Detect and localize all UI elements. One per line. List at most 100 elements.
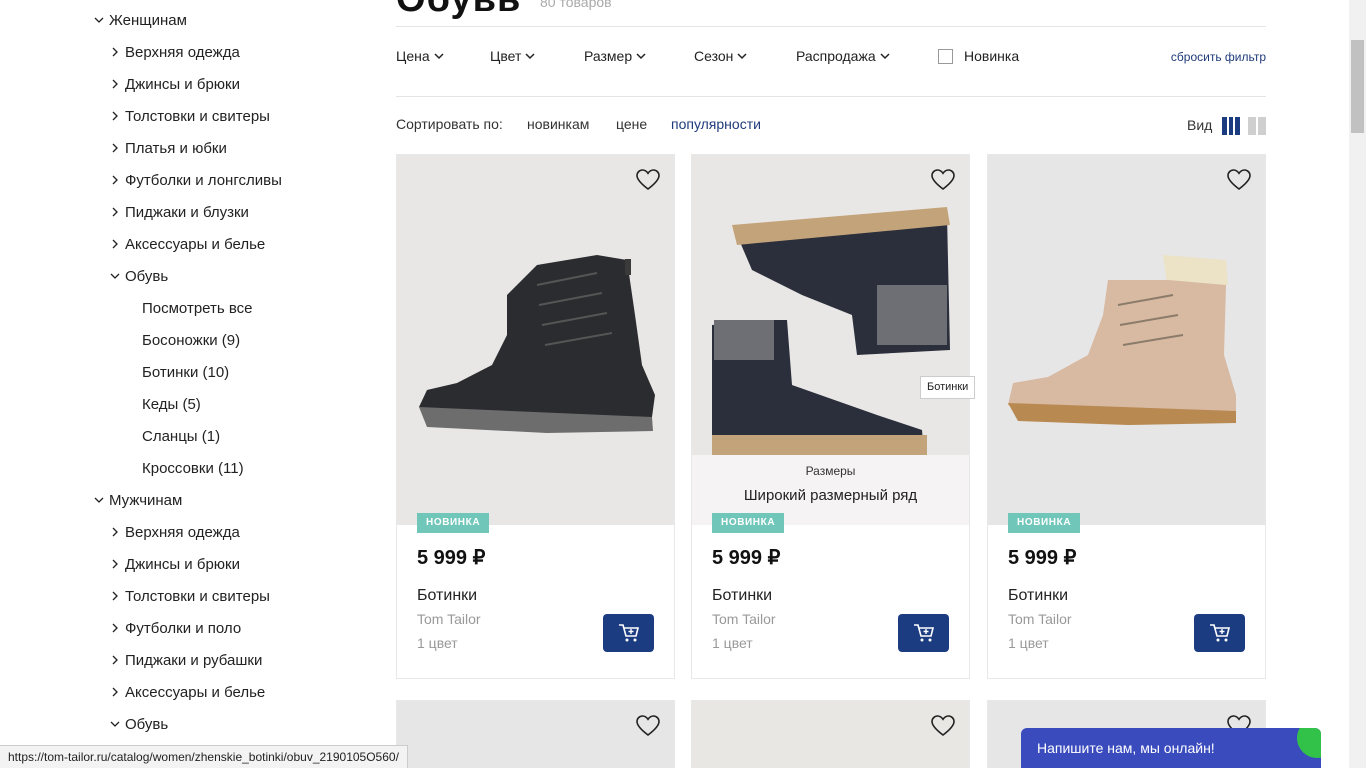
- sidebar-item-sneakers-keds[interactable]: Кеды (5): [142, 392, 201, 416]
- sort-by-price[interactable]: цене: [616, 116, 647, 132]
- grid-3-view-icon[interactable]: [1222, 117, 1241, 135]
- divider: [396, 26, 1266, 27]
- product-card[interactable]: НОВИНКА 5 999 ₽ Ботинки Tom Tailor 1 цве…: [987, 154, 1266, 679]
- reset-filter-link[interactable]: сбросить фильтр: [1171, 50, 1266, 64]
- sidebar-item-label: Мужчинам: [109, 491, 183, 509]
- chevron-down-icon: [880, 53, 890, 60]
- sidebar-item-label: Ботинки (10): [142, 363, 230, 381]
- filter-label: Цвет: [490, 48, 522, 64]
- sidebar-item-women-tshirts[interactable]: Футболки и лонгсливы: [108, 168, 282, 192]
- new-badge: НОВИНКА: [712, 513, 785, 533]
- sidebar-item-label: Сланцы (1): [142, 427, 221, 445]
- product-image[interactable]: [397, 155, 674, 525]
- boot-image: [419, 255, 655, 433]
- divider: [396, 96, 1266, 97]
- add-to-cart-button[interactable]: [898, 614, 949, 652]
- sidebar-item-women-jackets[interactable]: Пиджаки и блузки: [108, 200, 249, 224]
- sidebar-item-men-tshirts[interactable]: Футболки и поло: [108, 616, 241, 640]
- cart-icon: [1209, 624, 1230, 642]
- sidebar-item-label: Кеды (5): [142, 395, 201, 413]
- product-card[interactable]: НОВИНКА 5 999 ₽ Ботинки Tom Tailor 1 цве…: [396, 154, 675, 679]
- page-title: Обувь: [396, 0, 521, 21]
- sidebar-item-women-jeans[interactable]: Джинсы и брюки: [108, 72, 240, 96]
- new-checkbox[interactable]: [938, 49, 953, 64]
- new-badge: НОВИНКА: [1008, 513, 1081, 533]
- filter-sale[interactable]: Распродажа: [796, 48, 890, 64]
- sidebar-item-label: Верхняя одежда: [125, 43, 240, 61]
- product-name[interactable]: Ботинки: [1008, 587, 1068, 605]
- product-card[interactable]: [396, 700, 675, 768]
- heart-icon[interactable]: [636, 715, 660, 737]
- product-card[interactable]: Размеры Широкий размерный ряд НОВИНКА 5 …: [691, 154, 970, 679]
- sidebar-item-sneakers[interactable]: Кроссовки (11): [142, 456, 244, 480]
- sidebar-item-flipflops[interactable]: Сланцы (1): [142, 424, 220, 448]
- product-image[interactable]: Размеры Широкий размерный ряд: [692, 155, 969, 525]
- sidebar-item-label: Джинсы и брюки: [125, 555, 240, 573]
- sidebar-item-label: Футболки и поло: [125, 619, 242, 637]
- sidebar-item-women-accessories[interactable]: Аксессуары и белье: [108, 232, 265, 256]
- sidebar-item-label: Женщинам: [109, 11, 187, 29]
- add-to-cart-button[interactable]: [1194, 614, 1245, 652]
- sidebar-item-women-dresses[interactable]: Платья и юбки: [108, 136, 227, 160]
- filter-season[interactable]: Сезон: [694, 48, 747, 64]
- sidebar-item-label: Верхняя одежда: [125, 523, 240, 541]
- sidebar-item-women-sweaters[interactable]: Толстовки и свитеры: [108, 104, 270, 128]
- chevron-right-icon: [108, 685, 122, 699]
- product-colors: 1 цвет: [417, 635, 458, 651]
- chevron-right-icon: [108, 45, 122, 59]
- chevron-right-icon: [108, 557, 122, 571]
- chevron-right-icon: [108, 621, 122, 635]
- product-name[interactable]: Ботинки: [712, 587, 772, 605]
- sort-by-popularity[interactable]: популярности: [671, 116, 761, 132]
- product-name[interactable]: Ботинки: [417, 587, 477, 605]
- sidebar-item-sandals[interactable]: Босоножки (9): [142, 328, 240, 352]
- product-price: 5 999 ₽: [712, 547, 781, 569]
- chevron-right-icon: [108, 653, 122, 667]
- chevron-right-icon: [108, 237, 122, 251]
- product-price: 5 999 ₽: [1008, 547, 1077, 569]
- sidebar-item-men[interactable]: Мужчинам: [92, 488, 182, 512]
- category-sidebar: Женщинам Верхняя одежда Джинсы и брюки Т…: [0, 0, 370, 768]
- product-image[interactable]: [988, 155, 1265, 525]
- sidebar-item-men-accessories[interactable]: Аксессуары и белье: [108, 680, 265, 704]
- sidebar-item-men-jackets[interactable]: Пиджаки и рубашки: [108, 648, 262, 672]
- heart-icon[interactable]: [931, 169, 955, 191]
- scrollbar[interactable]: [1349, 0, 1366, 768]
- sidebar-item-men-sweaters[interactable]: Толстовки и свитеры: [108, 584, 270, 608]
- sidebar-item-women-outerwear[interactable]: Верхняя одежда: [108, 40, 240, 64]
- grid-2-view-icon[interactable]: [1248, 117, 1266, 135]
- product-price: 5 999 ₽: [417, 547, 486, 569]
- product-colors: 1 цвет: [712, 635, 753, 651]
- sidebar-item-women[interactable]: Женщинам: [92, 8, 187, 32]
- chevron-down-icon: [92, 13, 106, 27]
- filter-color[interactable]: Цвет: [490, 48, 535, 64]
- sidebar-item-label: Пиджаки и рубашки: [125, 651, 263, 669]
- online-indicator: [1297, 728, 1321, 758]
- chat-widget-button[interactable]: Напишите нам, мы онлайн!: [1021, 728, 1321, 768]
- sort-label: Сортировать по:: [396, 116, 503, 132]
- chevron-down-icon: [108, 269, 122, 283]
- chevron-down-icon: [525, 53, 535, 60]
- sort-by-new[interactable]: новинкам: [527, 116, 589, 132]
- sidebar-item-view-all[interactable]: Посмотреть все: [142, 296, 253, 320]
- chevron-right-icon: [108, 589, 122, 603]
- filter-size[interactable]: Размер: [584, 48, 646, 64]
- chat-label: Напишите нам, мы онлайн!: [1037, 740, 1215, 756]
- heart-icon[interactable]: [636, 169, 660, 191]
- chevron-down-icon: [92, 493, 106, 507]
- sidebar-item-men-shoes[interactable]: Обувь: [108, 712, 168, 736]
- add-to-cart-button[interactable]: [603, 614, 654, 652]
- sidebar-item-men-outerwear[interactable]: Верхняя одежда: [108, 520, 240, 544]
- sidebar-item-men-jeans[interactable]: Джинсы и брюки: [108, 552, 240, 576]
- sidebar-item-boots[interactable]: Ботинки (10): [142, 360, 229, 384]
- scrollbar-thumb[interactable]: [1351, 40, 1364, 133]
- filter-price[interactable]: Цена: [396, 48, 444, 64]
- sidebar-item-label: Толстовки и свитеры: [125, 107, 270, 125]
- sidebar-item-women-shoes[interactable]: Обувь: [108, 264, 168, 288]
- filter-label: Сезон: [694, 48, 734, 64]
- sidebar-item-label: Платья и юбки: [125, 139, 227, 157]
- heart-icon[interactable]: [1227, 169, 1251, 191]
- product-card[interactable]: [691, 700, 970, 768]
- image-tooltip: Ботинки: [920, 376, 976, 399]
- heart-icon[interactable]: [931, 715, 955, 737]
